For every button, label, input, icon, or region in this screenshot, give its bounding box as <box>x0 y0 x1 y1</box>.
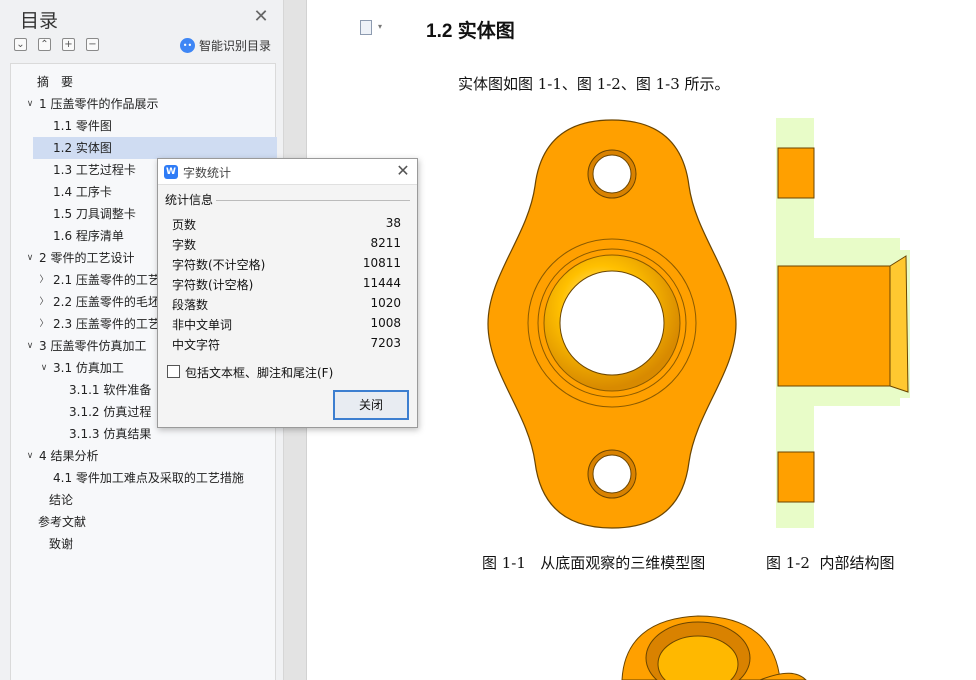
toc-item-label: 2 零件的工艺设计 <box>39 251 135 265</box>
stat-value: 11444 <box>362 276 401 290</box>
toc-item-label: 摘 要 <box>37 75 74 89</box>
smart-toc-button[interactable]: •• 智能识别目录 <box>180 37 271 54</box>
stat-label: 页数 <box>172 218 197 232</box>
chevron-down-icon[interactable]: ∨ <box>25 335 35 357</box>
toc-item-label: 结论 <box>49 493 74 507</box>
toc-item-label: 1.6 程序清单 <box>53 229 124 243</box>
stat-label: 字数 <box>172 238 197 252</box>
bolt-bore-bottom <box>777 451 815 503</box>
toc-item-label: 2.1 压盖零件的工艺 <box>53 273 160 287</box>
word-count-dialog: W 字数统计 ✕ 统计信息 包括文本框、脚注和尾注(F) 关闭 页数 38 字数 82… <box>157 158 418 428</box>
toc-item-label: 2.3 压盖零件的工艺 <box>53 317 160 331</box>
chevron-down-icon[interactable]: ∨ <box>25 247 35 269</box>
close-icon[interactable]: ✕ <box>252 8 270 26</box>
include-textbox-label[interactable]: 包括文本框、脚注和尾注(F) <box>185 364 333 381</box>
toc-item-label: 1 压盖零件的作品展示 <box>39 97 159 111</box>
chevron-right-icon[interactable]: 〉 <box>39 313 49 335</box>
toc-item-label: 1.2 实体图 <box>53 141 112 155</box>
dialog-title: 字数统计 <box>183 166 232 180</box>
collapse-all-icon[interactable]: ⌃ <box>38 38 51 51</box>
chevron-down-icon[interactable]: ∨ <box>39 357 49 379</box>
toc-item[interactable]: 参考文献 <box>11 511 275 533</box>
chevron-right-icon[interactable]: 〉 <box>39 269 49 291</box>
toc-item-label: 1.5 刀具调整卡 <box>53 207 136 221</box>
toc-item-label: 3.1.2 仿真过程 <box>69 405 152 419</box>
expand-all-icon[interactable]: ⌄ <box>14 38 27 51</box>
smart-toc-label: 智能识别目录 <box>199 39 272 53</box>
toc-title: 目录 <box>20 10 59 32</box>
toc-item[interactable]: 1.1 零件图 <box>11 115 275 137</box>
add-heading-icon[interactable]: + <box>62 38 75 51</box>
section-heading: 1.2 实体图 <box>426 21 515 42</box>
toc-item-label: 3 压盖零件仿真加工 <box>39 339 147 353</box>
toc-item-label: 致谢 <box>49 537 74 551</box>
stats-section-label: 统计信息 <box>165 193 214 207</box>
bolt-bore-top <box>777 147 815 199</box>
toc-item-label: 1.4 工序卡 <box>53 185 112 199</box>
figure-1-3-model <box>621 615 807 680</box>
stat-label: 段落数 <box>172 298 209 312</box>
toc-item-label: 4 结果分析 <box>39 449 99 463</box>
stat-label: 字符数(计空格) <box>172 278 254 292</box>
toc-item[interactable]: 摘 要 <box>11 71 275 93</box>
main-bore <box>777 265 891 387</box>
body-paragraph: 实体图如图 1-1、图 1-2、图 1-3 所示。 <box>458 75 730 93</box>
document-icon[interactable] <box>360 20 372 35</box>
chevron-down-icon[interactable]: ▾ <box>378 22 382 31</box>
toc-item-label: 1.1 零件图 <box>53 119 112 133</box>
toc-item[interactable]: 结论 <box>11 489 275 511</box>
toc-item-label: 参考文献 <box>38 515 87 529</box>
toc-item[interactable]: 4.1 零件加工难点及采取的工艺措施 <box>11 467 275 489</box>
close-icon[interactable]: ✕ <box>394 162 412 180</box>
toc-item-label: 4.1 零件加工难点及采取的工艺措施 <box>53 471 244 485</box>
wps-writer-icon: W <box>164 165 178 179</box>
stat-value: 38 <box>385 216 401 230</box>
stat-label: 中文字符 <box>172 338 221 352</box>
chevron-down-icon[interactable]: ∨ <box>25 93 35 115</box>
stat-value: 10811 <box>362 256 401 270</box>
chevron-right-icon[interactable]: 〉 <box>39 291 49 313</box>
stat-value: 1008 <box>370 316 401 330</box>
toc-item-label: 2.2 压盖零件的毛坯 <box>53 295 160 309</box>
stat-value: 1020 <box>370 296 401 310</box>
figure-1-2-caption: 图 1-2 内部结构图 <box>766 554 895 572</box>
stat-value: 8211 <box>370 236 401 250</box>
toc-item[interactable]: 1.2 实体图 <box>33 137 277 159</box>
figure-1-1-model <box>487 119 737 529</box>
chevron-down-icon[interactable]: ∨ <box>25 445 35 467</box>
toc-item-label: 3.1.1 软件准备 <box>69 383 152 397</box>
toc-item[interactable]: ∨ 4 结果分析 <box>11 445 275 467</box>
toc-item[interactable]: ∨ 1 压盖零件的作品展示 <box>11 93 275 115</box>
stat-label: 非中文单词 <box>172 318 233 332</box>
stat-label: 字符数(不计空格) <box>172 258 266 272</box>
toc-item-label: 3.1.3 仿真结果 <box>69 427 152 441</box>
center-bore <box>559 270 665 376</box>
toc-item-label: 1.3 工艺过程卡 <box>53 163 136 177</box>
figure-1-1-caption: 图 1-1 从底面观察的三维模型图 <box>482 554 706 572</box>
dialog-titlebar[interactable]: W 字数统计 ✕ <box>158 159 417 185</box>
divider <box>216 200 410 201</box>
ai-icon: •• <box>180 38 195 53</box>
figure-1-2-section <box>776 118 910 528</box>
close-button[interactable]: 关闭 <box>333 390 409 420</box>
stat-value: 7203 <box>370 336 401 350</box>
include-textbox-checkbox[interactable] <box>167 365 180 378</box>
toc-item-label: 3.1 仿真加工 <box>53 361 124 375</box>
remove-heading-icon[interactable]: − <box>86 38 99 51</box>
toc-item[interactable]: 致谢 <box>11 533 275 555</box>
